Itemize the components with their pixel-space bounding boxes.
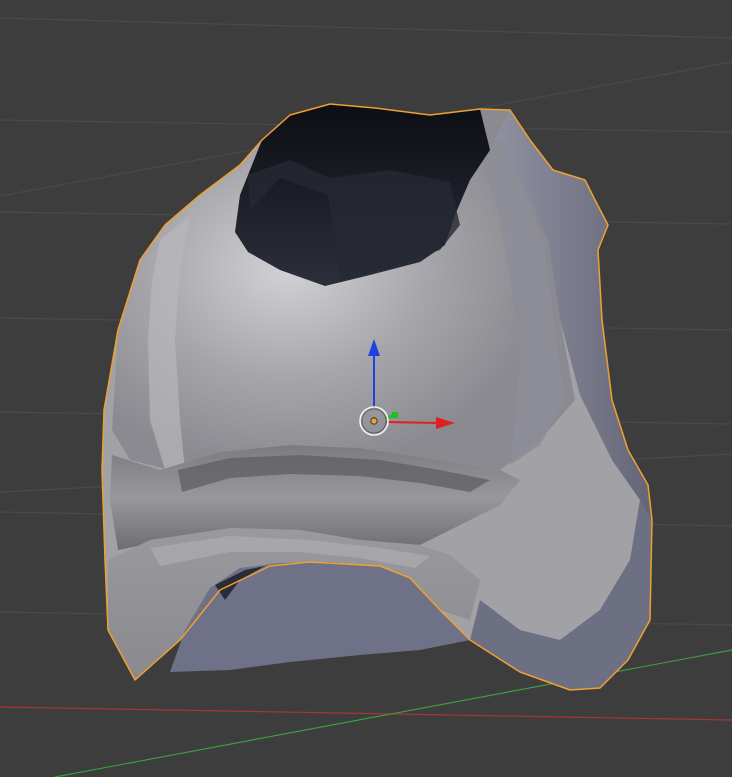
- viewport-canvas[interactable]: [0, 0, 732, 777]
- gizmo-y-handle[interactable]: [392, 412, 398, 418]
- object-origin-icon[interactable]: [370, 417, 378, 425]
- y-axis-line: [54, 649, 732, 777]
- 3d-viewport[interactable]: [0, 0, 732, 777]
- armor-mesh[interactable]: [101, 103, 653, 691]
- gizmo-x-axis[interactable]: [385, 421, 439, 424]
